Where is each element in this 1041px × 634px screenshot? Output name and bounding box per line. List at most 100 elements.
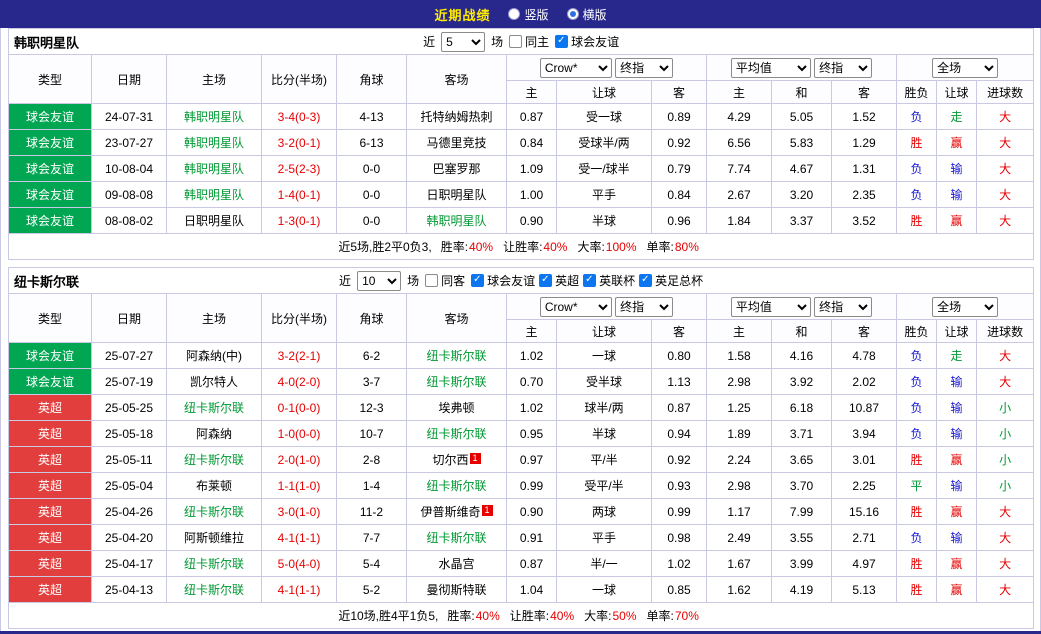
handicap-result-cell: 输 bbox=[937, 473, 977, 499]
home-team-cell[interactable]: 阿森纳(中) bbox=[167, 343, 262, 369]
away-team-cell[interactable]: 纽卡斯尔联 bbox=[407, 421, 507, 447]
result-cell: 负 bbox=[897, 369, 937, 395]
away-team-cell[interactable]: 纽卡斯尔联 bbox=[407, 343, 507, 369]
layout-radio-horizontal[interactable]: 横版 bbox=[567, 6, 607, 23]
home-team-cell[interactable]: 韩职明星队 bbox=[167, 104, 262, 130]
result-cell: 胜 bbox=[897, 208, 937, 234]
same-venue-checkbox[interactable] bbox=[509, 35, 522, 48]
score-cell[interactable]: 3-4(0-3) bbox=[262, 104, 337, 130]
score-cell[interactable]: 1-0(0-0) bbox=[262, 421, 337, 447]
radio-icon[interactable] bbox=[508, 8, 520, 20]
home-team-cell[interactable]: 纽卡斯尔联 bbox=[167, 499, 262, 525]
away-team-cell[interactable]: 纽卡斯尔联 bbox=[407, 525, 507, 551]
home-team-cell[interactable]: 韩职明星队 bbox=[167, 156, 262, 182]
league-filter[interactable]: 英联杯 bbox=[583, 272, 635, 289]
away-team-cell[interactable]: 纽卡斯尔联 bbox=[407, 473, 507, 499]
away-team[interactable]: 纽卡斯尔联 bbox=[426, 375, 486, 389]
away-team-cell[interactable]: 纽卡斯尔联 bbox=[407, 369, 507, 395]
away-team-cell[interactable]: 伊普斯维奇1 bbox=[407, 499, 507, 525]
away-team-cell[interactable]: 水晶宫 bbox=[407, 551, 507, 577]
score-cell[interactable]: 4-1(1-1) bbox=[262, 577, 337, 603]
away-team[interactable]: 韩职明星队 bbox=[426, 214, 486, 228]
recent-count-select[interactable]: 10 bbox=[357, 271, 401, 291]
away-team[interactable]: 日职明星队 bbox=[426, 188, 486, 202]
home-team-cell[interactable]: 纽卡斯尔联 bbox=[167, 447, 262, 473]
league-filter[interactable]: 英超 bbox=[539, 272, 579, 289]
score-cell[interactable]: 4-0(2-0) bbox=[262, 369, 337, 395]
asia-odds-source-select[interactable]: Crow* bbox=[540, 297, 612, 317]
layout-radio-vertical[interactable]: 竖版 bbox=[508, 6, 548, 23]
score-cell[interactable]: 3-2(0-1) bbox=[262, 130, 337, 156]
checkbox-icon[interactable] bbox=[583, 274, 596, 287]
recent-count-select[interactable]: 5 bbox=[441, 32, 485, 52]
euro-draw-odds: 3.20 bbox=[772, 182, 832, 208]
euro-odds-time-select[interactable]: 终指 bbox=[814, 58, 872, 78]
away-team[interactable]: 纽卡斯尔联 bbox=[426, 427, 486, 441]
away-team-cell[interactable]: 切尔西1 bbox=[407, 447, 507, 473]
score-cell[interactable]: 3-0(1-0) bbox=[262, 499, 337, 525]
away-team[interactable]: 纽卡斯尔联 bbox=[426, 531, 486, 545]
asia-odds-source-select[interactable]: Crow* bbox=[540, 58, 612, 78]
home-team-cell[interactable]: 布莱顿 bbox=[167, 473, 262, 499]
home-team-cell[interactable]: 阿斯顿维拉 bbox=[167, 525, 262, 551]
home-team-cell[interactable]: 日职明星队 bbox=[167, 208, 262, 234]
away-team[interactable]: 马德里竞技 bbox=[426, 136, 486, 150]
away-team[interactable]: 纽卡斯尔联 bbox=[426, 349, 486, 363]
euro-odds-source-select[interactable]: 平均值 bbox=[731, 297, 811, 317]
score-cell[interactable]: 2-5(2-3) bbox=[262, 156, 337, 182]
away-team[interactable]: 托特纳姆热刺 bbox=[420, 110, 492, 124]
away-team[interactable]: 巴塞罗那 bbox=[432, 162, 480, 176]
score-cell[interactable]: 5-0(4-0) bbox=[262, 551, 337, 577]
col-header-away: 客场 bbox=[407, 294, 507, 343]
radio-icon[interactable] bbox=[567, 8, 579, 20]
summary-stat-label: 让胜率: bbox=[510, 609, 549, 623]
home-team-cell[interactable]: 凯尔特人 bbox=[167, 369, 262, 395]
league-filter[interactable]: 球会友谊 bbox=[471, 272, 535, 289]
rows-body: 球会友谊 25-07-27 阿森纳(中) 3-2(2-1) 6-2 纽卡斯尔联 … bbox=[9, 343, 1034, 603]
home-team-cell[interactable]: 韩职明星队 bbox=[167, 130, 262, 156]
match-type-cell: 球会友谊 bbox=[9, 156, 92, 182]
score-cell[interactable]: 2-0(1-0) bbox=[262, 447, 337, 473]
score-cell[interactable]: 3-2(2-1) bbox=[262, 343, 337, 369]
away-team-cell[interactable]: 埃弗顿 bbox=[407, 395, 507, 421]
same-venue-filter[interactable]: 同客 bbox=[425, 272, 465, 289]
checkbox-icon[interactable] bbox=[539, 274, 552, 287]
euro-odds-time-select[interactable]: 终指 bbox=[814, 297, 872, 317]
home-team-cell[interactable]: 纽卡斯尔联 bbox=[167, 577, 262, 603]
asia-odds-time-select[interactable]: 终指 bbox=[615, 58, 673, 78]
same-venue-checkbox[interactable] bbox=[425, 274, 438, 287]
asia-odds-time-select[interactable]: 终指 bbox=[615, 297, 673, 317]
score-cell[interactable]: 4-1(1-1) bbox=[262, 525, 337, 551]
checkbox-icon[interactable] bbox=[639, 274, 652, 287]
score-cell[interactable]: 1-4(0-1) bbox=[262, 182, 337, 208]
away-team[interactable]: 伊普斯维奇 bbox=[420, 505, 480, 519]
scope-select[interactable]: 全场 bbox=[932, 58, 998, 78]
away-team-cell[interactable]: 韩职明星队 bbox=[407, 208, 507, 234]
home-team-cell[interactable]: 韩职明星队 bbox=[167, 182, 262, 208]
away-team[interactable]: 切尔西 bbox=[432, 453, 468, 467]
home-team-cell[interactable]: 纽卡斯尔联 bbox=[167, 395, 262, 421]
home-team-cell[interactable]: 纽卡斯尔联 bbox=[167, 551, 262, 577]
away-team-cell[interactable]: 巴塞罗那 bbox=[407, 156, 507, 182]
away-team[interactable]: 埃弗顿 bbox=[438, 401, 474, 415]
away-team[interactable]: 纽卡斯尔联 bbox=[426, 479, 486, 493]
league-filter[interactable]: 球会友谊 bbox=[555, 33, 619, 50]
score-cell[interactable]: 1-1(1-0) bbox=[262, 473, 337, 499]
away-team-cell[interactable]: 托特纳姆热刺 bbox=[407, 104, 507, 130]
away-team[interactable]: 水晶宫 bbox=[438, 557, 474, 571]
same-venue-filter[interactable]: 同主 bbox=[509, 33, 549, 50]
checkbox-icon[interactable] bbox=[471, 274, 484, 287]
euro-odds-source-select[interactable]: 平均值 bbox=[731, 58, 811, 78]
league-filter[interactable]: 英足总杯 bbox=[639, 272, 703, 289]
away-team-cell[interactable]: 曼彻斯特联 bbox=[407, 577, 507, 603]
checkbox-icon[interactable] bbox=[555, 35, 568, 48]
away-team-cell[interactable]: 日职明星队 bbox=[407, 182, 507, 208]
home-team-cell[interactable]: 阿森纳 bbox=[167, 421, 262, 447]
title-bar: 近期战绩 竖版 横版 bbox=[0, 0, 1041, 28]
score-cell[interactable]: 1-3(0-1) bbox=[262, 208, 337, 234]
away-team[interactable]: 曼彻斯特联 bbox=[426, 583, 486, 597]
euro-home-odds: 1.84 bbox=[707, 208, 772, 234]
scope-select[interactable]: 全场 bbox=[932, 297, 998, 317]
away-team-cell[interactable]: 马德里竞技 bbox=[407, 130, 507, 156]
score-cell[interactable]: 0-1(0-0) bbox=[262, 395, 337, 421]
